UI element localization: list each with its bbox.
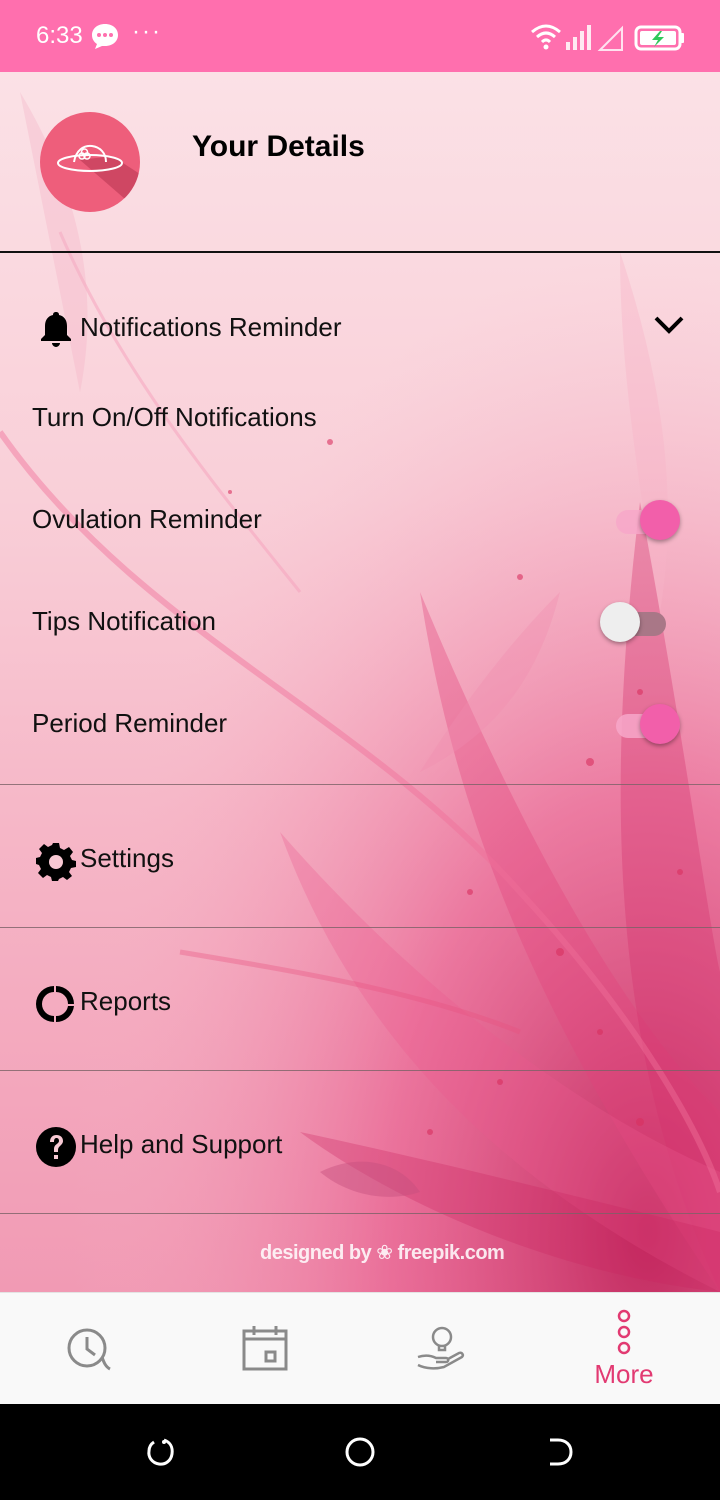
tips-notification-label: Tips Notification — [32, 606, 216, 636]
message-notification-icon — [92, 24, 118, 49]
page-title: Your Details — [192, 130, 365, 163]
menu-item-reports[interactable]: Reports — [0, 928, 720, 1070]
nav-more[interactable]: More — [534, 1293, 714, 1405]
history-clock-icon — [67, 1328, 111, 1371]
calendar-icon — [242, 1326, 288, 1371]
no-signal-icon — [597, 25, 623, 51]
toggle-thumb — [640, 500, 680, 540]
bottom-navigation: More — [0, 1292, 720, 1404]
toggle-thumb — [640, 704, 680, 744]
status-icons — [531, 24, 684, 51]
divider — [0, 1213, 720, 1214]
bell-icon — [41, 312, 71, 347]
back-icon[interactable] — [544, 1436, 576, 1468]
toggle-thumb — [600, 602, 640, 642]
period-reminder-label: Period Reminder — [32, 708, 228, 738]
status-bar: 6:33 ··· — [0, 0, 720, 72]
tips-lightbulb-icon — [417, 1326, 465, 1370]
reports-icon — [36, 986, 74, 1023]
menu-item-settings[interactable]: Settings — [0, 785, 720, 927]
chevron-down-icon[interactable] — [652, 312, 686, 338]
more-notifications-icon: ··· — [132, 18, 162, 45]
ovulation-reminder-toggle[interactable] — [614, 498, 684, 542]
recents-icon[interactable] — [144, 1436, 176, 1468]
hat-icon — [57, 144, 140, 212]
turn-on-off-label: Turn On/Off Notifications — [32, 402, 317, 432]
settings-label: Settings — [80, 843, 174, 873]
system-navigation-bar — [0, 1404, 720, 1500]
signal-icon — [566, 25, 591, 50]
help-support-label: Help and Support — [80, 1129, 283, 1159]
section-title-notifications: Notifications Reminder — [80, 312, 342, 342]
period-reminder-toggle[interactable] — [614, 702, 684, 746]
notifications-section-header[interactable]: Notifications Reminder — [0, 294, 720, 358]
home-icon[interactable] — [344, 1436, 376, 1468]
nav-more-label: More — [594, 1359, 654, 1389]
menu-item-help-support[interactable]: Help and Support — [0, 1071, 720, 1213]
nav-history[interactable] — [0, 1293, 180, 1405]
avatar[interactable] — [40, 112, 140, 212]
list-item-tips-notification: Tips Notification — [0, 594, 720, 654]
list-item-ovulation-reminder: Ovulation Reminder — [0, 492, 720, 552]
user-details-header[interactable]: Your Details — [0, 72, 720, 253]
drawer-content: Your Details Notifications Reminder Turn… — [0, 72, 720, 1292]
gear-icon — [36, 843, 76, 881]
list-item-turn-on-off[interactable]: Turn On/Off Notifications — [0, 392, 720, 448]
ovulation-reminder-label: Ovulation Reminder — [32, 504, 262, 534]
reports-label: Reports — [80, 986, 172, 1016]
nav-tips[interactable] — [360, 1293, 540, 1405]
help-icon — [36, 1127, 76, 1167]
nav-calendar[interactable] — [180, 1293, 360, 1405]
more-vertical-icon — [617, 1309, 631, 1355]
list-item-period-reminder: Period Reminder — [0, 696, 720, 756]
wifi-icon — [531, 24, 561, 44]
status-time: 6:33 — [36, 22, 83, 49]
freepik-watermark: designed by ❀ freepik.com — [260, 1242, 505, 1264]
battery-icon — [634, 25, 684, 51]
tips-notification-toggle[interactable] — [600, 600, 670, 644]
